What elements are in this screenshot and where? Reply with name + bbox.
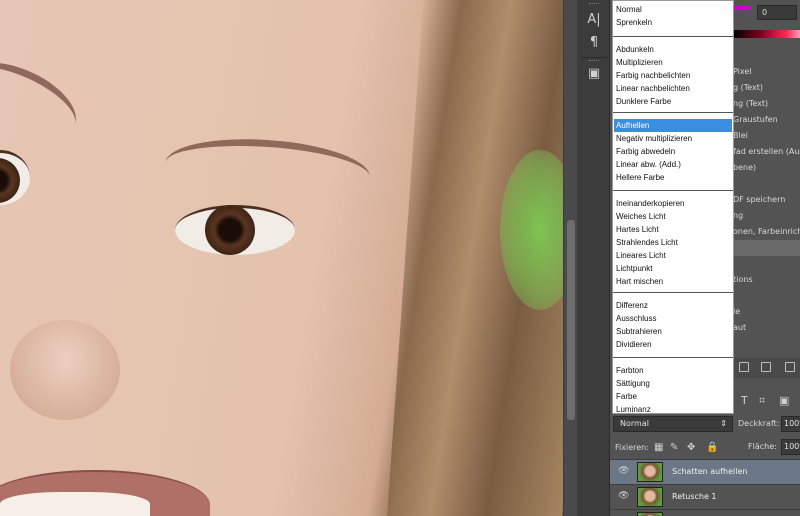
blend-mode-option[interactable]: Dividieren xyxy=(614,338,732,351)
panel-divider xyxy=(581,57,607,58)
text-filter-icon[interactable]: T xyxy=(741,394,748,407)
layer-thumbnail xyxy=(637,487,663,507)
color-value-field[interactable]: 0 xyxy=(757,5,797,20)
blend-mode-option[interactable]: Normal xyxy=(614,3,732,16)
background-menu-item[interactable]: Graustufen xyxy=(733,112,800,128)
layer-thumbnail xyxy=(637,512,663,516)
type-icon[interactable]: A| xyxy=(583,10,605,30)
blend-mode-option[interactable]: Lichtpunkt xyxy=(614,262,732,275)
background-menu-item[interactable]: ng xyxy=(733,208,800,224)
layer-filter-icons: T ⌗ ▣ xyxy=(733,391,800,411)
blend-mode-option[interactable]: Hellere Farbe xyxy=(614,171,732,184)
panel-grip[interactable] xyxy=(589,60,599,62)
layer-row[interactable]: 👁 xyxy=(610,509,800,516)
menu-separator xyxy=(613,190,733,191)
folder-icon[interactable] xyxy=(761,362,771,372)
background-menu-item[interactable]: fad erstellen (Ausw xyxy=(733,144,800,160)
trash-icon[interactable] xyxy=(785,362,795,372)
smart-object-filter-icon[interactable]: ▣ xyxy=(779,394,789,407)
background-menu-item[interactable]: bene) xyxy=(733,160,800,176)
lock-transparency-icon[interactable]: ▦ xyxy=(654,442,663,453)
document-canvas[interactable] xyxy=(0,0,563,516)
blend-mode-option[interactable]: Luminanz xyxy=(614,403,732,416)
opacity-field[interactable]: 100% xyxy=(781,416,800,432)
blend-mode-option[interactable]: Weiches Licht xyxy=(614,210,732,223)
new-layer-icon[interactable] xyxy=(739,362,749,372)
background-menu-item[interactable]: onen, Farbeinricht. xyxy=(733,224,800,240)
blend-mode-option[interactable]: Dunklere Farbe xyxy=(614,95,732,108)
blend-mode-option[interactable]: Farbig abwedeln xyxy=(614,145,732,158)
layer-comps-icon[interactable]: ▣ xyxy=(583,64,605,84)
color-ramp[interactable] xyxy=(733,30,800,38)
menu-separator xyxy=(613,292,733,293)
background-menu-item[interactable] xyxy=(733,240,800,256)
eye-icon[interactable]: 👁 xyxy=(618,466,629,476)
blend-mode-option[interactable]: Abdunkeln xyxy=(614,43,732,56)
photo-eyebrow-right xyxy=(163,132,372,208)
panel-bottom-icons xyxy=(733,358,800,378)
blend-mode-select[interactable]: Normal ⇕ xyxy=(613,416,733,432)
fill-field[interactable]: 100% xyxy=(781,439,800,455)
layer-row[interactable]: 👁 Schatten aufhellen xyxy=(610,459,800,484)
lock-brush-icon[interactable]: ✎ xyxy=(670,442,678,453)
blend-mode-option[interactable]: Farbe xyxy=(614,390,732,403)
layer-row[interactable]: 👁 Retusche 1 xyxy=(610,484,800,509)
opacity-label: Deckkraft: xyxy=(738,419,780,428)
scrollbar-thumb[interactable] xyxy=(567,220,575,420)
lock-all-icon[interactable]: 🔒 xyxy=(706,442,718,453)
blend-mode-option[interactable]: Hart mischen xyxy=(614,275,732,288)
blend-mode-option[interactable]: Strahlendes Licht xyxy=(614,236,732,249)
chevron-updown-icon: ⇕ xyxy=(720,419,727,428)
eye-icon[interactable]: 👁 xyxy=(618,491,629,501)
menu-separator xyxy=(613,112,733,113)
blend-mode-option[interactable]: Multiplizieren xyxy=(614,56,732,69)
blend-mode-option[interactable]: Linear nachbelichten xyxy=(614,82,732,95)
background-menu-item[interactable] xyxy=(733,288,800,304)
blend-mode-option[interactable]: Farbig nachbelichten xyxy=(614,69,732,82)
color-slider-marker[interactable] xyxy=(733,6,751,10)
background-menu: Pixel g (Text) ng (Text) Graustufen Blei fad … xyxy=(733,64,800,336)
background-menu-item[interactable]: aut xyxy=(733,320,800,336)
blend-mode-option[interactable]: Linear abw. (Add.) xyxy=(614,158,732,171)
blend-mode-dropdown: Normal Sprenkeln Abdunkeln Multiplizieren Fa… xyxy=(612,0,734,414)
background-menu-item[interactable]: Pixel xyxy=(733,64,800,80)
blend-mode-option[interactable]: Hartes Licht xyxy=(614,223,732,236)
photo-teeth xyxy=(0,492,150,516)
blend-mode-option[interactable]: Subtrahieren xyxy=(614,325,732,338)
lock-position-icon[interactable]: ✥ xyxy=(687,442,695,453)
blend-mode-option[interactable]: Negativ multiplizieren xyxy=(614,132,732,145)
blend-mode-option[interactable]: Sprenkeln xyxy=(614,16,732,29)
blend-mode-option[interactable]: Differenz xyxy=(614,299,732,312)
background-menu-item[interactable]: ng (Text) xyxy=(733,96,800,112)
lock-label: Fixieren: xyxy=(615,443,649,452)
photo-iris-right xyxy=(205,205,255,255)
blend-mode-option[interactable]: Aufhellen xyxy=(614,119,732,132)
panel-grip[interactable] xyxy=(589,3,599,5)
canvas-vertical-scrollbar[interactable] xyxy=(563,0,577,516)
background-menu-item[interactable]: DF speichern xyxy=(733,192,800,208)
blend-mode-option[interactable]: Ineinanderkopieren xyxy=(614,197,732,210)
background-menu-item[interactable] xyxy=(733,256,800,272)
background-menu-item[interactable]: Blei xyxy=(733,128,800,144)
paragraph-icon[interactable]: ¶ xyxy=(583,33,605,53)
layer-name: Schatten aufhellen xyxy=(672,467,748,476)
photo-nose xyxy=(10,320,120,420)
fill-label: Fläche: xyxy=(748,442,777,451)
photo-eyebrow-left xyxy=(0,47,88,153)
shape-filter-icon[interactable]: ⌗ xyxy=(759,394,765,408)
background-menu-item[interactable] xyxy=(733,176,800,192)
panel-icon-column: A| ¶ ▣ xyxy=(577,0,610,516)
blend-mode-option[interactable]: Farbton xyxy=(614,364,732,377)
layer-name: Retusche 1 xyxy=(672,492,717,501)
menu-separator xyxy=(613,357,733,358)
blend-mode-option[interactable]: Ausschluss xyxy=(614,312,732,325)
background-menu-item[interactable]: g (Text) xyxy=(733,80,800,96)
blend-mode-option[interactable]: Lineares Licht xyxy=(614,249,732,262)
blend-mode-option[interactable]: Sättigung xyxy=(614,377,732,390)
background-menu-item[interactable]: le xyxy=(733,304,800,320)
background-menu-item[interactable]: tions xyxy=(733,272,800,288)
layer-thumbnail xyxy=(637,462,663,482)
blend-mode-value: Normal xyxy=(620,419,649,428)
menu-separator xyxy=(613,36,733,37)
